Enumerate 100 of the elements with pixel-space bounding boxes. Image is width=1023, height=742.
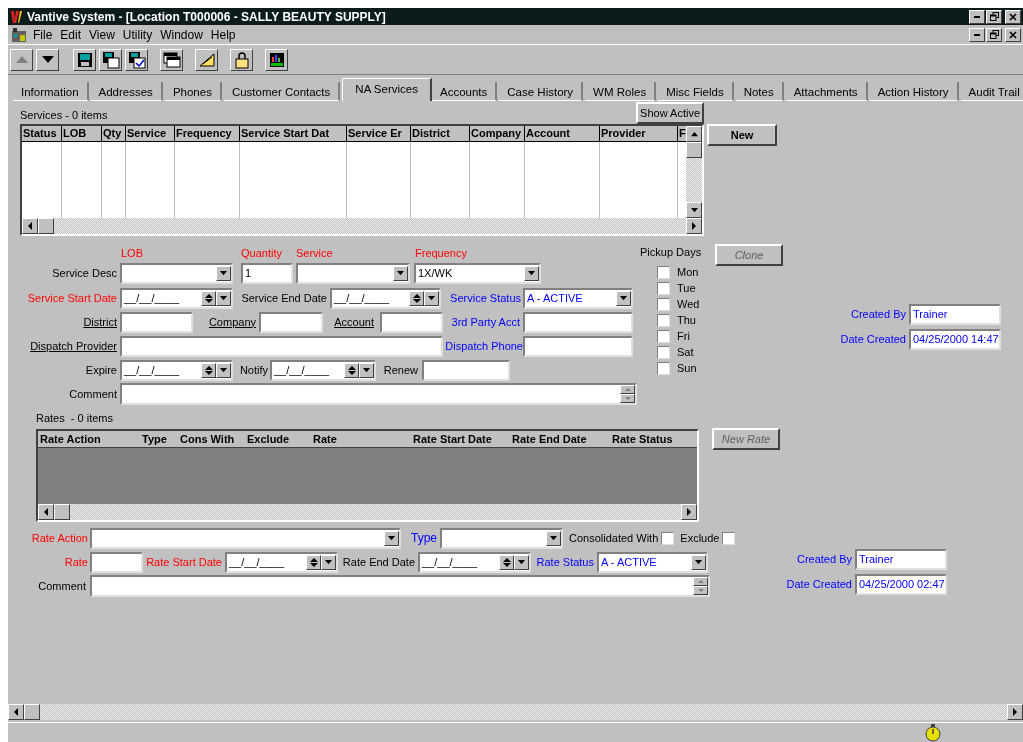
dropdown-button[interactable]: [216, 362, 231, 378]
push-button[interactable]: Show Active: [636, 102, 704, 124]
combo-box[interactable]: 1X/WK: [414, 263, 541, 284]
text-field[interactable]: [523, 335, 633, 357]
date-field[interactable]: __/__/____: [120, 287, 233, 309]
combo-box[interactable]: A - ACTIVE: [597, 551, 708, 573]
column-header[interactable]: Cons With: [178, 431, 245, 447]
combo-box[interactable]: [90, 527, 401, 549]
spin-button[interactable]: [409, 290, 424, 306]
tab[interactable]: Addresses: [90, 82, 163, 101]
restore-button[interactable]: [986, 27, 1002, 42]
scroll-thumb[interactable]: [24, 704, 40, 720]
toolbar-button[interactable]: [36, 48, 59, 71]
column-header[interactable]: Exclude: [245, 431, 311, 447]
minimize-button[interactable]: [969, 27, 985, 42]
text-field[interactable]: [523, 311, 633, 333]
text-field[interactable]: 04/25/2000 02:47: [855, 574, 947, 595]
services-table[interactable]: Status LOB Qty Service Frequency Service Start Dat Service Er District Company Account Provider F: [20, 124, 704, 236]
dropdown-button[interactable]: [321, 554, 336, 570]
column-header[interactable]: Rate: [311, 431, 411, 447]
column-header[interactable]: Rate Action: [38, 431, 140, 447]
menu-item[interactable]: Help: [210, 25, 236, 44]
dropdown-button[interactable]: [384, 530, 399, 546]
tab[interactable]: Information: [13, 82, 89, 101]
menu-item[interactable]: View: [89, 25, 115, 44]
combo-box[interactable]: A - ACTIVE: [523, 287, 633, 309]
text-field[interactable]: [422, 359, 510, 381]
text-field[interactable]: [120, 335, 443, 357]
dropdown-button[interactable]: [216, 266, 231, 281]
column-header[interactable]: Rate Start Date: [411, 431, 510, 447]
checkbox[interactable]: [657, 313, 670, 327]
horizontal-scrollbar[interactable]: [38, 504, 697, 520]
text-field[interactable]: [380, 311, 443, 333]
tab[interactable]: Notes: [735, 82, 784, 101]
date-field[interactable]: __/__/____: [418, 551, 531, 573]
date-field[interactable]: __/__/____: [270, 359, 376, 381]
text-field[interactable]: 04/25/2000 14:47: [909, 329, 1001, 350]
scroll-thumb[interactable]: [54, 504, 70, 520]
toolbar-button[interactable]: [230, 48, 253, 71]
minimize-button[interactable]: [969, 9, 985, 24]
scroll-thumb[interactable]: [686, 142, 702, 158]
tab[interactable]: Action History: [869, 82, 959, 101]
tab[interactable]: Audit Trail: [960, 82, 1023, 101]
window-scrollbar[interactable]: [8, 704, 1023, 720]
spin-button[interactable]: [201, 362, 216, 378]
dropdown-button[interactable]: [616, 290, 631, 306]
checkbox[interactable]: [722, 531, 736, 545]
combo-box[interactable]: [296, 263, 410, 284]
spin-button[interactable]: [499, 554, 514, 570]
horizontal-scrollbar[interactable]: [22, 218, 702, 234]
toolbar-button[interactable]: [265, 48, 288, 71]
close-button[interactable]: [1005, 27, 1021, 42]
toolbar-button[interactable]: [99, 48, 122, 71]
menu-item[interactable]: File: [33, 25, 53, 44]
spin-button[interactable]: [306, 554, 321, 570]
text-field[interactable]: 1: [241, 263, 293, 284]
tab[interactable]: Customer Contacts: [223, 82, 341, 101]
checkbox[interactable]: [657, 345, 670, 359]
restore-button[interactable]: [986, 9, 1002, 24]
tab[interactable]: Accounts: [431, 82, 498, 101]
menu-item[interactable]: Edit: [60, 25, 82, 44]
text-field[interactable]: Trainer: [909, 304, 1001, 325]
vertical-scrollbar[interactable]: [686, 126, 702, 218]
date-field[interactable]: __/__/____: [120, 359, 233, 381]
checkbox[interactable]: [661, 531, 675, 545]
spin-button[interactable]: [201, 290, 216, 306]
spin-button[interactable]: [344, 362, 359, 378]
dropdown-button[interactable]: [546, 530, 561, 546]
date-field[interactable]: __/__/____: [225, 551, 338, 573]
dropdown-button[interactable]: [359, 362, 374, 378]
tab[interactable]: Phones: [164, 82, 222, 101]
toolbar-button[interactable]: [195, 48, 218, 71]
toolbar-button[interactable]: [160, 48, 183, 71]
dropdown-button[interactable]: [691, 554, 706, 570]
combo-box[interactable]: [120, 263, 233, 284]
checkbox[interactable]: [657, 265, 670, 279]
tab[interactable]: Case History: [499, 82, 584, 101]
toolbar-button[interactable]: [73, 48, 96, 71]
dropdown-button[interactable]: [514, 554, 529, 570]
dropdown-button[interactable]: [524, 266, 539, 281]
column-header[interactable]: Rate Status: [610, 431, 698, 447]
dropdown-button[interactable]: [216, 290, 231, 306]
toolbar-button[interactable]: [125, 48, 148, 71]
text-field[interactable]: [90, 551, 143, 573]
tab[interactable]: NA Services: [342, 78, 432, 101]
push-button[interactable]: New: [707, 124, 777, 146]
checkbox[interactable]: [657, 361, 670, 375]
column-header[interactable]: Type: [140, 431, 178, 447]
text-field[interactable]: Trainer: [855, 549, 947, 570]
text-field[interactable]: [120, 311, 193, 333]
text-field[interactable]: [259, 311, 323, 333]
checkbox[interactable]: [657, 297, 670, 311]
scroll-thumb[interactable]: [38, 218, 54, 234]
comment-field[interactable]: [90, 575, 710, 597]
toolbar-button[interactable]: [10, 48, 33, 71]
dropdown-button[interactable]: [393, 266, 408, 281]
date-field[interactable]: __/__/____: [330, 287, 441, 309]
menu-item[interactable]: Window: [160, 25, 203, 44]
combo-box[interactable]: [440, 527, 563, 549]
column-header[interactable]: Rate End Date: [510, 431, 610, 447]
